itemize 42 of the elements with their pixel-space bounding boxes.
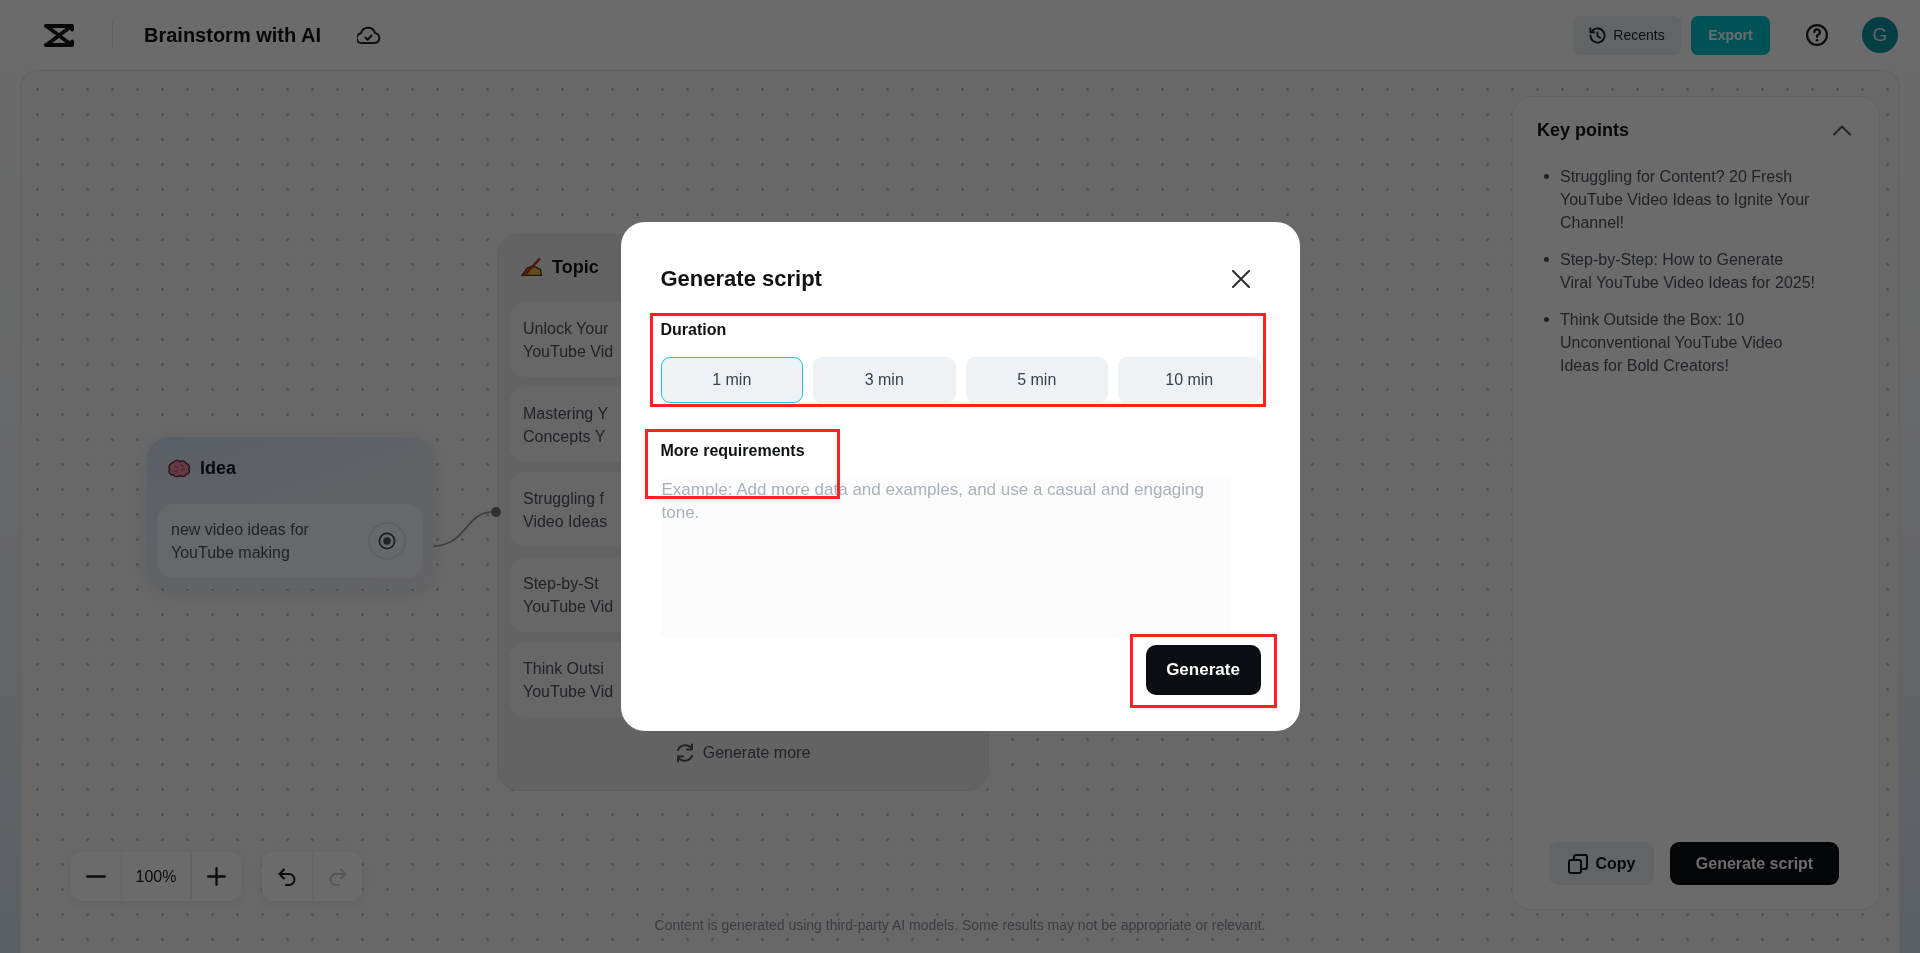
- help-icon[interactable]: [1806, 24, 1828, 46]
- copy-icon: [1567, 853, 1588, 874]
- connector-line: [432, 511, 493, 547]
- project-title: Brainstorm with AI: [144, 23, 322, 47]
- duration-option[interactable]: 3 min: [813, 357, 956, 403]
- panel-title: Key points: [1537, 119, 1629, 141]
- bullet-icon: [1544, 174, 1549, 179]
- target-icon[interactable]: [368, 521, 406, 560]
- bullet-icon: [1544, 317, 1549, 322]
- node-title: Topic: [552, 256, 599, 278]
- refresh-icon: [675, 743, 694, 763]
- key-point-text: Struggling for Content? 20 Fresh YouTube Video Ideas to Ignite Your Channel!: [1560, 167, 1811, 233]
- section-label: More requirements: [660, 441, 806, 461]
- writing-hand-icon: [520, 257, 544, 277]
- copy-button[interactable]: Copy: [1549, 842, 1654, 885]
- generate-more-button[interactable]: Generate more: [675, 743, 811, 763]
- dialog-title: Generate script: [660, 265, 822, 293]
- key-point-text: Step-by-Step: How to Generate Viral YouTube Video Ideas for 2025!: [1560, 250, 1816, 293]
- undo-icon[interactable]: [278, 867, 296, 886]
- connection-point-icon[interactable]: [491, 507, 501, 517]
- logo-icon[interactable]: [44, 23, 74, 47]
- duration-option[interactable]: 5 min: [965, 357, 1108, 403]
- idea-node[interactable]: Idea new video ideas for YouTube making: [147, 437, 433, 589]
- key-point-text: Think Outside the Box: 10 Unconventional YouTube Video Ideas for Bold Creators!: [1560, 310, 1784, 376]
- duration-option[interactable]: 10 min: [1118, 357, 1261, 403]
- clock-icon: [1589, 26, 1607, 44]
- chevron-up-icon[interactable]: [1833, 124, 1851, 136]
- brain-icon: [168, 458, 192, 479]
- idea-text: new video ideas for YouTube making: [171, 519, 310, 563]
- node-title: Idea: [200, 458, 237, 480]
- section-label: Duration: [660, 320, 728, 340]
- generate-button[interactable]: Generate: [1145, 645, 1261, 695]
- export-button[interactable]: Export: [1691, 15, 1770, 55]
- zoom-level: 100%: [135, 867, 177, 886]
- plus-icon[interactable]: [207, 867, 226, 886]
- duration-option[interactable]: 1 min: [660, 357, 803, 403]
- bullet-icon: [1544, 257, 1549, 262]
- close-icon[interactable]: [1231, 270, 1250, 288]
- cloud-check-icon[interactable]: [357, 25, 382, 45]
- recents-button[interactable]: Recents: [1573, 15, 1681, 55]
- generate-script-button[interactable]: Generate script: [1670, 842, 1839, 885]
- user-avatar[interactable]: G: [1862, 17, 1898, 53]
